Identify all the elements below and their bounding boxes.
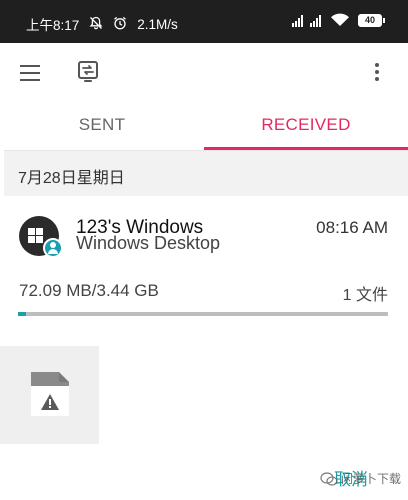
wifi-icon (330, 13, 350, 27)
tab-received-label: RECEIVED (261, 115, 351, 134)
watermark-text: 闲萝卜下载 (341, 472, 402, 486)
transfer-item[interactable]: 123's Windows Windows Desktop 08:16 AM 7… (4, 196, 408, 334)
transfer-size: 72.09 MB/3.44 GB (19, 281, 159, 300)
watermark: 闲萝卜下载 (320, 470, 401, 487)
menu-icon[interactable] (20, 65, 40, 81)
user-badge-icon (43, 238, 63, 258)
alarm-icon (113, 16, 127, 33)
file-count: 1 文件 (342, 287, 388, 304)
wechat-icon (320, 471, 338, 486)
app-bar (0, 43, 408, 103)
file-warning-icon (31, 372, 69, 416)
tab-sent-label: SENT (78, 115, 126, 134)
signal-icon (292, 14, 304, 27)
windows-logo-icon (28, 228, 43, 243)
tab-sent[interactable]: SENT (0, 103, 204, 150)
date-header: 7月28日星期日 (4, 150, 408, 196)
device-type: Windows Desktop (76, 233, 221, 253)
network-speed: 2.1M/s (137, 16, 178, 32)
battery-icon: 40 (358, 13, 385, 27)
signal-icon (310, 14, 322, 27)
status-left: 上午8:17 2.1M/s (26, 14, 178, 34)
windows-device-avatar (19, 216, 63, 258)
progress-fill (18, 312, 26, 316)
progress-bar (18, 312, 388, 316)
more-vert-icon[interactable] (374, 63, 380, 83)
status-right: 40 (286, 13, 385, 27)
tab-received[interactable]: RECEIVED (204, 103, 408, 150)
file-thumbnail[interactable] (0, 346, 99, 444)
date-label: 7月28日星期日 (18, 170, 125, 187)
tab-bar: SENT RECEIVED (0, 103, 408, 150)
status-bar: 上午8:17 2.1M/s 40 (0, 0, 408, 43)
transfer-time: 08:16 AM (316, 218, 388, 237)
device-icon[interactable] (77, 60, 99, 84)
status-time: 上午8:17 (26, 18, 80, 33)
mute-icon (89, 16, 103, 33)
